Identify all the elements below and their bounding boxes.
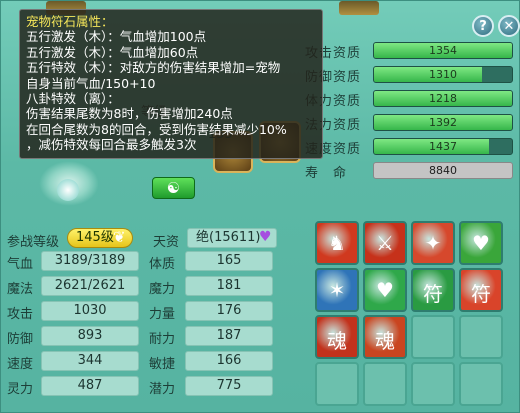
skill-glyph: ♥ bbox=[376, 278, 394, 302]
qualification-row: 防御资质 1310 bbox=[301, 65, 519, 85]
empty-skill-slot[interactable] bbox=[411, 315, 455, 359]
qualification-row: 寿 命 8840 bbox=[301, 161, 519, 181]
tooltip-line: 五行激发（木）：气血增加100点 bbox=[26, 29, 207, 45]
tooltip-line: 五行激发（木）：气血增加60点 bbox=[26, 44, 199, 60]
heart-icon[interactable]: ♥ bbox=[259, 230, 275, 245]
qualification-bar: 1437 bbox=[373, 138, 513, 155]
tooltip-line: 八卦特效（离）： bbox=[26, 91, 120, 107]
qualification-value: 1437 bbox=[429, 140, 457, 153]
skill-glyph: ✦ bbox=[424, 231, 442, 255]
qualification-label: 寿 命 bbox=[305, 166, 348, 181]
yinyang-button[interactable]: ☯ bbox=[152, 177, 195, 199]
stat-row: 防御 893 耐力 187 bbox=[1, 325, 306, 347]
stat-row: 灵力 487 潜力 775 bbox=[1, 375, 306, 397]
attribute-value: 176 bbox=[185, 301, 273, 321]
talent-label: 天资 bbox=[153, 235, 180, 250]
attribute-value: 187 bbox=[185, 326, 273, 346]
stat-value: 893 bbox=[41, 326, 139, 346]
empty-skill-slot[interactable] bbox=[315, 362, 359, 406]
qualification-row: 速度资质 1437 bbox=[301, 137, 519, 157]
qualification-bar: 8840 bbox=[373, 162, 513, 179]
skill-heart-icon[interactable]: ♥ bbox=[459, 221, 503, 265]
battle-level-label: 参战等级 bbox=[7, 235, 60, 250]
qualification-bar: 1310 bbox=[373, 66, 513, 83]
skill-glyph: 符 bbox=[423, 282, 443, 306]
stat-row: 速度 344 敏捷 166 bbox=[1, 350, 306, 372]
skill-glyph: ✶ bbox=[328, 278, 346, 302]
stat-row: 魔法 2621/2621 魔力 181 bbox=[1, 275, 306, 297]
wing-icon: ❦ bbox=[113, 228, 126, 246]
qualification-bar: 1392 bbox=[373, 114, 513, 131]
skill-shine-icon[interactable]: ✶ bbox=[315, 268, 359, 312]
tooltip-line: 五行特效（木）：对敌方的伤害结果增加=宠物 bbox=[26, 60, 281, 76]
rune-stone-tooltip: 宠物符石属性： 五行激发（木）：气血增加100点 五行激发（木）：气血增加60点… bbox=[19, 9, 323, 159]
qualification-row: 法力资质 1392 bbox=[301, 113, 519, 133]
empty-skill-slot[interactable] bbox=[459, 362, 503, 406]
attribute-value: 181 bbox=[185, 276, 273, 296]
skill-talisman-red-icon[interactable]: 符 bbox=[459, 268, 503, 312]
top-art-right bbox=[339, 1, 379, 15]
skill-glyph: ♥ bbox=[472, 231, 490, 255]
skills-grid: ♞ ⚔ ✦ ♥ ✶ ♥ 符 符魂 魂 bbox=[313, 219, 518, 413]
skill-glyph: ♞ bbox=[328, 231, 346, 255]
stat-label: 气血 bbox=[7, 257, 34, 272]
skill-sword-icon[interactable]: ✦ bbox=[411, 221, 455, 265]
skill-red-figure-icon[interactable]: ♞ bbox=[315, 221, 359, 265]
pet-model-glow bbox=[57, 179, 79, 201]
pet-panel: ? ✕ 等级 155 ☯ 攻击资质1354防御资质1310体力资质1218法力资… bbox=[0, 0, 520, 413]
attribute-label: 魔力 bbox=[149, 282, 176, 297]
attribute-value: 166 bbox=[185, 351, 273, 371]
qualification-bar: 1218 bbox=[373, 90, 513, 107]
qualification-row: 体力资质 1218 bbox=[301, 89, 519, 109]
empty-skill-slot[interactable] bbox=[363, 362, 407, 406]
attribute-label: 耐力 bbox=[149, 332, 176, 347]
empty-skill-slot[interactable] bbox=[459, 315, 503, 359]
qualification-value: 1392 bbox=[429, 116, 457, 129]
qualification-value: 1354 bbox=[429, 44, 457, 57]
skill-glyph: 魂 bbox=[375, 329, 395, 353]
stat-label: 防御 bbox=[7, 332, 34, 347]
skill-soul-beast-icon[interactable]: 魂 bbox=[363, 315, 407, 359]
attribute-label: 潜力 bbox=[149, 382, 176, 397]
skill-talisman-icon[interactable]: 符 bbox=[411, 268, 455, 312]
tooltip-line: 在回合尾数为8的回合，受到伤害结果减少10% bbox=[26, 121, 287, 137]
stats-panel: 参战等级 145级 ❦ 天资 绝(15611) ♥ 气血 3189/3189 体质 1… bbox=[1, 221, 306, 413]
stat-value: 344 bbox=[41, 351, 139, 371]
stat-value: 1030 bbox=[41, 301, 139, 321]
skill-glyph: ⚔ bbox=[376, 231, 394, 255]
stat-value: 3189/3189 bbox=[41, 251, 139, 271]
attribute-value: 165 bbox=[185, 251, 273, 271]
close-button[interactable]: ✕ bbox=[498, 15, 520, 37]
qualification-row: 攻击资质 1354 bbox=[301, 41, 519, 61]
stat-label: 攻击 bbox=[7, 307, 34, 322]
qualification-value: 1310 bbox=[429, 68, 457, 81]
attribute-label: 体质 bbox=[149, 257, 176, 272]
stat-value: 487 bbox=[41, 376, 139, 396]
skill-soul-icon[interactable]: 魂 bbox=[315, 315, 359, 359]
empty-skill-slot[interactable] bbox=[411, 362, 455, 406]
tooltip-line: 自身当前气血/150+10 bbox=[26, 75, 156, 91]
pet-model[interactable] bbox=[39, 161, 99, 206]
skill-claw-icon[interactable]: ⚔ bbox=[363, 221, 407, 265]
stat-label: 魔法 bbox=[7, 282, 34, 297]
help-button[interactable]: ? bbox=[472, 15, 494, 37]
qualification-bar: 1354 bbox=[373, 42, 513, 59]
skill-glyph: 符 bbox=[471, 282, 491, 306]
stat-row: 气血 3189/3189 体质 165 bbox=[1, 250, 306, 272]
stat-label: 灵力 bbox=[7, 382, 34, 397]
stat-row: 攻击 1030 力量 176 bbox=[1, 300, 306, 322]
qualification-value: 8840 bbox=[429, 164, 457, 177]
attribute-label: 敏捷 bbox=[149, 357, 176, 372]
skill-glyph: 魂 bbox=[327, 329, 347, 353]
skill-heart-swirl-icon[interactable]: ♥ bbox=[363, 268, 407, 312]
qualification-value: 1218 bbox=[429, 92, 457, 105]
attribute-value: 775 bbox=[185, 376, 273, 396]
tooltip-title: 宠物符石属性： bbox=[26, 14, 114, 29]
tooltip-line: ，减伤特效每回合最多触发3次 bbox=[26, 137, 197, 153]
stat-value: 2621/2621 bbox=[41, 276, 139, 296]
tooltip-line: 伤害结果尾数为8时，伤害增加240点 bbox=[26, 106, 233, 122]
stat-label: 速度 bbox=[7, 357, 34, 372]
attribute-label: 力量 bbox=[149, 307, 176, 322]
